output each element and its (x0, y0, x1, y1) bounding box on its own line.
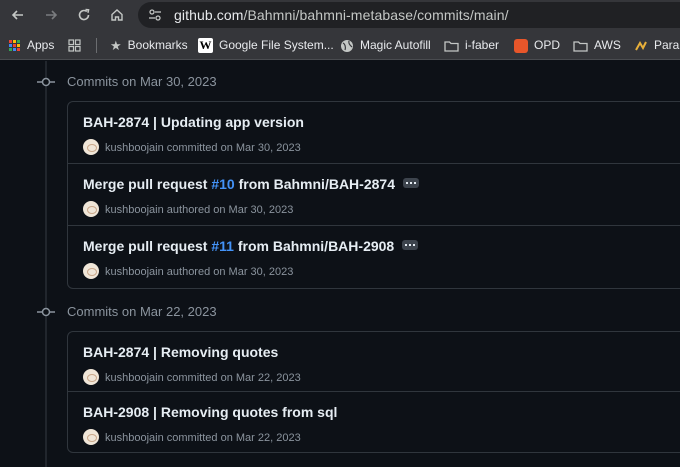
commit-date: committed on Mar 30, 2023 (166, 141, 301, 154)
commit-row: Merge pull request #11 from Bahmni/BAH-2… (68, 226, 680, 288)
commit-title-link[interactable]: BAH-2874 | Updating app version (83, 114, 304, 130)
avatar[interactable] (83, 429, 99, 445)
bookmark-label: OPD (534, 38, 561, 52)
bookmark-label: Google File System... (219, 38, 334, 52)
bookmark-label: i-faber (465, 38, 500, 52)
bookmarks-divider (96, 38, 97, 53)
bookmark-label: Apps (27, 38, 55, 52)
commit-list: BAH-2874 | Updating app version kushbooj… (67, 101, 680, 289)
bookmark-label: Bookmarks (127, 38, 188, 52)
commit-meta: kushboojain authored on Mar 30, 2023 (83, 263, 294, 280)
commit-row: BAH-2908 | Removing quotes from sql kush… (68, 392, 680, 452)
bookmark-aws[interactable]: AWS (573, 37, 621, 53)
pull-request-link[interactable]: #10 (211, 176, 234, 192)
folder-icon (573, 41, 588, 52)
timeline-line (45, 61, 47, 467)
commit-meta: kushboojain committed on Mar 22, 2023 (83, 429, 301, 446)
reload-button[interactable] (73, 4, 95, 26)
commit-row: BAH-2874 | Removing quotes kushboojain c… (68, 332, 680, 392)
author-link[interactable]: kushboojain (105, 266, 164, 278)
author-link[interactable]: kushboojain (105, 372, 164, 384)
bookmark-parall[interactable]: Parall (634, 37, 680, 53)
home-button[interactable] (106, 4, 128, 26)
commit-meta: kushboojain committed on Mar 22, 2023 (83, 369, 301, 386)
commit-title-link[interactable]: BAH-2874 | Removing quotes (83, 344, 278, 360)
globe-icon (341, 39, 353, 52)
wikipedia-icon: W (198, 38, 213, 54)
commit-list: BAH-2874 | Removing quotes kushboojain c… (67, 331, 680, 453)
reload-icon (78, 8, 90, 21)
commit-title-link[interactable]: Merge pull request #10 from Bahmni/BAH-2… (83, 176, 419, 192)
browser-toolbar: github.com/Bahmni/bahmni-metabase/commit… (0, 0, 680, 30)
commit-row: Merge pull request #10 from Bahmni/BAH-2… (68, 164, 680, 226)
commit-meta: kushboojain committed on Mar 30, 2023 (83, 139, 301, 156)
bookmark-apps[interactable]: Apps (9, 37, 54, 53)
commit-title: BAH-2874 | Updating app version (83, 114, 304, 130)
commit-row: BAH-2874 | Updating app version kushbooj… (68, 102, 680, 164)
author-link[interactable]: kushboojain (105, 204, 164, 216)
bookmark-tab-groups[interactable] (68, 37, 87, 53)
back-button[interactable] (7, 4, 29, 26)
url-text[interactable]: github.com/Bahmni/bahmni-metabase/commit… (174, 7, 509, 23)
forward-arrow-icon (46, 10, 58, 20)
commit-date: authored on Mar 30, 2023 (166, 203, 294, 216)
url-path: /Bahmni/bahmni-metabase/commits/main/ (243, 7, 509, 23)
commit-date: authored on Mar 30, 2023 (166, 265, 294, 278)
git-commit-icon (37, 77, 55, 87)
commit-title: BAH-2874 | Removing quotes (83, 344, 279, 360)
bookmark-label: Parall (654, 38, 680, 52)
folder-icon (444, 41, 459, 52)
commit-title-link[interactable]: Merge pull request #11 from Bahmni/BAH-2… (83, 238, 419, 254)
commit-title: Merge pull request (83, 176, 212, 192)
commits-page: Commits on Mar 30, 2023 BAH-2874 | Updat… (0, 61, 680, 467)
commit-group-title: Commits on Mar 30, 2023 (67, 74, 217, 89)
commit-title: from Bahmni/BAH-2874 (234, 176, 395, 192)
avatar[interactable] (83, 139, 99, 155)
site-settings-icon[interactable] (148, 8, 162, 22)
bookmark-label: Magic Autofill (360, 38, 431, 52)
forward-button[interactable] (40, 4, 62, 26)
avatar[interactable] (83, 369, 99, 385)
commit-title: from Bahmni/BAH-2908 (233, 238, 395, 254)
expand-message-button[interactable] (402, 240, 419, 251)
bookmark-i-faber[interactable]: i-faber (444, 37, 499, 53)
tab-groups-icon (68, 39, 81, 52)
pull-request-link[interactable]: #11 (211, 238, 234, 254)
author-link[interactable]: kushboojain (105, 142, 164, 154)
home-icon (111, 9, 123, 21)
star-icon: ★ (110, 37, 122, 53)
commit-meta: kushboojain authored on Mar 30, 2023 (83, 201, 294, 218)
bookmarks-bar: Apps ★ Bookmarks W Google File System... M… (0, 30, 680, 60)
bookmark-google-file-system[interactable]: W Google File System... (198, 37, 334, 54)
commit-date: committed on Mar 22, 2023 (166, 431, 301, 444)
apps-grid-icon (9, 39, 21, 52)
address-bar[interactable]: github.com/Bahmni/bahmni-metabase/commit… (138, 2, 680, 28)
commit-date: committed on Mar 22, 2023 (166, 371, 301, 384)
opd-favicon (514, 38, 528, 53)
commit-title-link[interactable]: BAH-2908 | Removing quotes from sql (83, 404, 337, 420)
avatar[interactable] (83, 201, 99, 217)
commit-group-title: Commits on Mar 22, 2023 (67, 304, 217, 319)
git-commit-icon (37, 307, 55, 317)
url-host: github.com (174, 7, 244, 23)
bookmark-opd[interactable]: OPD (514, 37, 560, 53)
bookmark-bookmarks[interactable]: ★ Bookmarks (110, 37, 188, 53)
author-link[interactable]: kushboojain (105, 432, 164, 444)
expand-message-button[interactable] (402, 178, 419, 189)
bookmark-label: AWS (594, 38, 621, 52)
bookmark-magic-autofill[interactable]: Magic Autofill (340, 37, 431, 53)
parall-favicon (635, 40, 647, 51)
back-arrow-icon (11, 10, 23, 20)
avatar[interactable] (83, 263, 99, 279)
commit-title: Merge pull request (83, 238, 212, 254)
commit-title: BAH-2908 | Removing quotes from sql (83, 404, 338, 420)
